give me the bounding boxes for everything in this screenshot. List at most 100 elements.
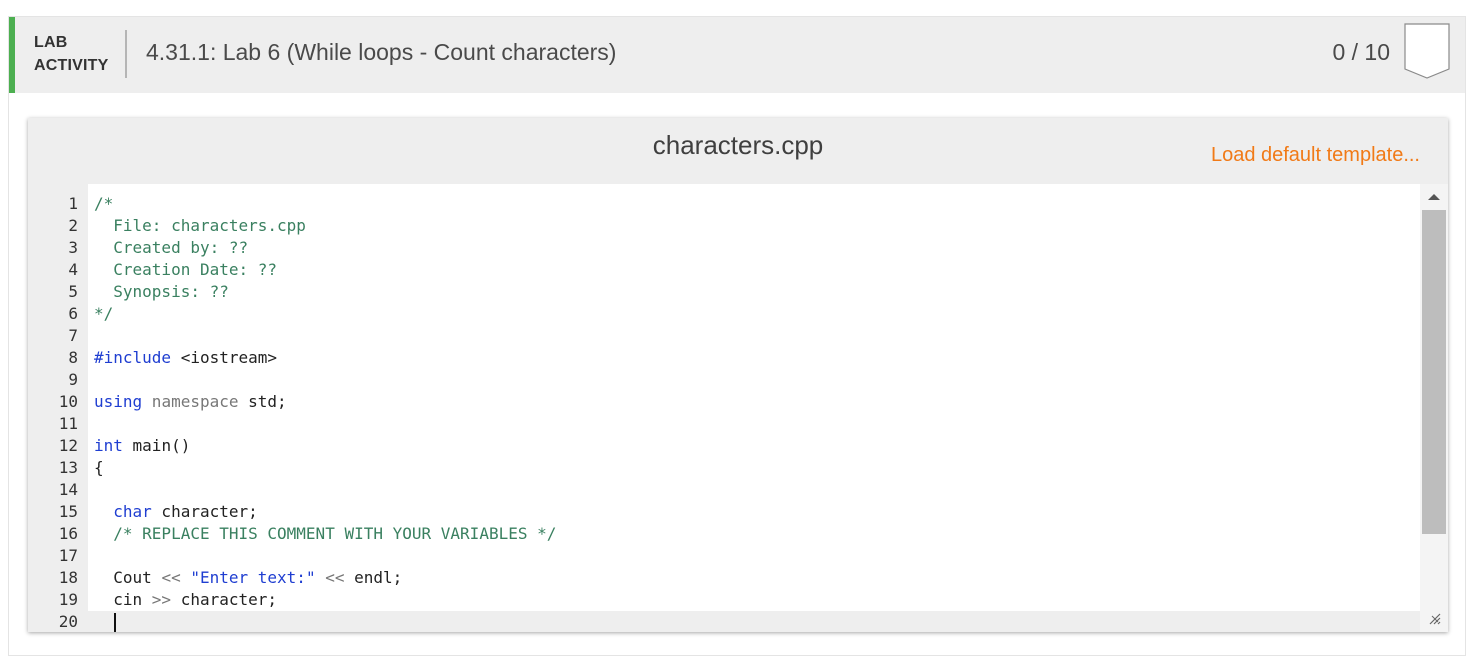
lab-activity-header: LAB ACTIVITY 4.31.1: Lab 6 (While loops … xyxy=(9,17,1465,93)
code-token: character; xyxy=(151,502,258,521)
code-token: Cout xyxy=(94,568,162,587)
line-number: 20 xyxy=(58,612,78,631)
code-text[interactable]: cin >> character; xyxy=(94,589,277,611)
code-text[interactable]: /* xyxy=(94,193,113,215)
code-line[interactable]: 16 /* REPLACE THIS COMMENT WITH YOUR VAR… xyxy=(28,523,1420,545)
code-token: <iostream> xyxy=(171,348,278,367)
code-line[interactable]: 5 Synopsis: ?? xyxy=(28,281,1420,303)
code-token: { xyxy=(94,458,104,477)
code-token: /* xyxy=(94,194,114,213)
code-token: int xyxy=(94,436,123,455)
code-line[interactable]: 11 xyxy=(28,413,1420,435)
line-number: 10 xyxy=(58,392,78,411)
completion-badge-icon xyxy=(1404,23,1450,79)
line-number: 14 xyxy=(58,480,78,499)
code-line[interactable]: 3 Created by: ?? xyxy=(28,237,1420,259)
text-cursor xyxy=(114,612,116,632)
code-text[interactable]: /* REPLACE THIS COMMENT WITH YOUR VARIAB… xyxy=(94,523,556,545)
code-line[interactable]: 12 int main() xyxy=(28,435,1420,457)
code-text[interactable] xyxy=(94,611,116,632)
load-default-template-link[interactable]: Load default template... xyxy=(1211,144,1420,167)
line-number: 13 xyxy=(58,458,78,477)
code-line[interactable]: 20 xyxy=(28,611,1420,632)
code-text[interactable]: Synopsis: ?? xyxy=(94,281,229,303)
line-number: 11 xyxy=(58,414,78,433)
code-line[interactable]: 7 xyxy=(28,325,1420,347)
line-number: 19 xyxy=(58,590,78,609)
code-text[interactable]: Creation Date: ?? xyxy=(94,259,277,281)
code-token: cin xyxy=(94,590,152,609)
code-text[interactable]: */ xyxy=(94,303,113,325)
code-text[interactable]: char character; xyxy=(94,501,258,523)
code-text[interactable]: Created by: ?? xyxy=(94,237,248,259)
code-editor-card: characters.cpp Load default template... … xyxy=(28,118,1448,632)
line-number: 6 xyxy=(68,304,78,323)
code-token: "Enter text:" xyxy=(190,568,316,587)
code-token: /* REPLACE THIS COMMENT WITH YOUR VARIAB… xyxy=(94,524,557,543)
header-accent-bar xyxy=(9,17,15,93)
code-line[interactable]: 4 Creation Date: ?? xyxy=(28,259,1420,281)
code-text[interactable]: File: characters.cpp xyxy=(94,215,306,237)
line-number: 2 xyxy=(68,216,78,235)
code-text[interactable]: #include <iostream> xyxy=(94,347,277,369)
code-token: Synopsis: ?? xyxy=(94,282,229,301)
activity-title: 4.31.1: Lab 6 (While loops - Count chara… xyxy=(146,39,617,65)
code-text[interactable]: Cout << "Enter text:" << endl; xyxy=(94,567,402,589)
code-line[interactable]: 13 { xyxy=(28,457,1420,479)
code-token: using xyxy=(94,392,143,411)
line-number: 3 xyxy=(68,238,78,257)
line-number: 7 xyxy=(68,326,78,345)
code-token: Creation Date: ?? xyxy=(94,260,278,279)
code-text[interactable]: using namespace std; xyxy=(94,391,287,413)
code-text[interactable]: { xyxy=(94,457,104,479)
code-token: character; xyxy=(171,590,278,609)
line-number: 5 xyxy=(68,282,78,301)
lab-activity-label: LAB ACTIVITY xyxy=(34,31,114,77)
code-token: File: characters.cpp xyxy=(94,216,306,235)
code-token: #include xyxy=(94,348,172,367)
code-token: << xyxy=(161,568,181,587)
lab-label-line1: LAB xyxy=(34,34,68,51)
score-display: 0 / 10 xyxy=(1332,39,1390,65)
header-divider xyxy=(125,30,127,78)
line-number: 8 xyxy=(68,348,78,367)
code-token: char xyxy=(113,502,152,521)
code-token: main() xyxy=(122,436,191,455)
code-line[interactable]: 10 using namespace std; xyxy=(28,391,1420,413)
code-text[interactable]: int main() xyxy=(94,435,190,457)
code-line[interactable]: 18 Cout << "Enter text:" << endl; xyxy=(28,567,1420,589)
line-number: 16 xyxy=(58,524,78,543)
code-token: */ xyxy=(94,304,114,323)
scroll-up-arrow-icon[interactable] xyxy=(1428,194,1440,200)
scrollbar-thumb[interactable] xyxy=(1422,210,1446,534)
line-number: 9 xyxy=(68,370,78,389)
code-line[interactable]: 1 /* xyxy=(28,193,1420,215)
code-lines[interactable]: 1/* 2 File: characters.cpp 3 Created by: ?… xyxy=(28,193,1420,632)
line-number: 17 xyxy=(58,546,78,565)
code-token: namespace xyxy=(142,392,239,411)
code-line[interactable]: 6 */ xyxy=(28,303,1420,325)
code-token: << xyxy=(325,568,345,587)
code-line[interactable]: 8 #include <iostream> xyxy=(28,347,1420,369)
code-token: endl; xyxy=(344,568,403,587)
code-line[interactable]: 19 cin >> character; xyxy=(28,589,1420,611)
editor-scrollbar[interactable] xyxy=(1420,184,1448,632)
lab-label-line2: ACTIVITY xyxy=(34,57,109,74)
line-number: 12 xyxy=(58,436,78,455)
code-line[interactable]: 15 char character; xyxy=(28,501,1420,523)
code-line[interactable]: 2 File: characters.cpp xyxy=(28,215,1420,237)
line-number: 18 xyxy=(58,568,78,587)
code-token: >> xyxy=(151,590,172,609)
line-number: 4 xyxy=(68,260,78,279)
line-number: 15 xyxy=(58,502,78,521)
code-editor[interactable]: 1/* 2 File: characters.cpp 3 Created by: ?… xyxy=(28,184,1448,632)
code-token: Created by: ?? xyxy=(94,238,249,257)
code-line[interactable]: 17 xyxy=(28,545,1420,567)
resize-handle-icon[interactable] xyxy=(1428,612,1442,626)
code-line[interactable]: 9 xyxy=(28,369,1420,391)
line-number: 1 xyxy=(68,194,78,213)
code-line[interactable]: 14 xyxy=(28,479,1420,501)
